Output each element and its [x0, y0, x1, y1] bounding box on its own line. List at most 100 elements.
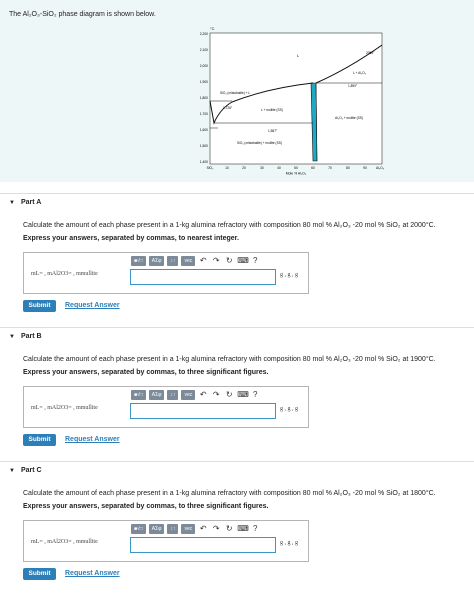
y-tick: 2,200 [200, 32, 208, 36]
collapse-caret-icon[interactable]: ▼ [9, 334, 15, 340]
variables-label: mL= , mAl2O3= , mmullite [31, 271, 98, 277]
help-icon[interactable]: ? [250, 256, 260, 266]
undo-icon[interactable]: ↶ [198, 256, 208, 266]
part-a-header[interactable]: ▼ Part A [9, 199, 41, 206]
x-tick: 30 [260, 166, 264, 170]
variables-label: mL= , mAl2O3= , mmullite [31, 539, 98, 545]
x-tick: 50 [294, 166, 298, 170]
reset-icon[interactable]: ↻ [224, 390, 234, 400]
intro-text: The Al₂O₃-SiO₂ phase diagram is shown be… [9, 11, 156, 18]
answer-box: ■√□ ΑΣφ ↕↑ vec ↶ ↷ ↻ ⌨ ? mL= , mAl2O3= ,… [23, 520, 309, 562]
answer-input[interactable] [130, 403, 276, 419]
x-tick: 40 [277, 166, 281, 170]
redo-icon[interactable]: ↷ [211, 524, 221, 534]
label-al2o3-mullite: Al₂O₃ + mullite (SS) [335, 116, 363, 120]
math-toolbar: ■√□ ΑΣφ ↕↑ vec ↶ ↷ ↻ ⌨ ? [131, 388, 260, 402]
answer-box: ■√□ ΑΣφ ↕↑ vec ↶ ↷ ↻ ⌨ ? mL= , mAl2O3= ,… [23, 386, 309, 428]
y-tick: 2,100 [200, 48, 208, 52]
label-l-al2o3: L + Al₂O₃ [353, 71, 367, 75]
label-1587: 1,587° [268, 129, 278, 133]
vec-button[interactable]: vec [181, 524, 196, 534]
x-tick: Al₂O₃ [376, 166, 385, 170]
label-sio2-mullite: SiO₂ (cristobalite) + mullite (SS) [237, 141, 282, 145]
submit-button[interactable]: Submit [23, 300, 56, 312]
question-text: Calculate the amount of each phase prese… [23, 356, 436, 363]
x-axis-label: Mole % Al₂O₃ [286, 172, 307, 176]
help-icon[interactable]: ? [250, 390, 260, 400]
y-tick: 1,600 [200, 128, 208, 132]
x-tick: 90 [363, 166, 367, 170]
y-tick-labels: 2,200 2,100 2,000 1,900 1,800 1,700 1,60… [200, 32, 208, 164]
part-c-header[interactable]: ▼ Part C [9, 467, 42, 474]
x-tick: 70 [328, 166, 332, 170]
templates-button[interactable]: ■√□ [131, 524, 146, 534]
variables-label: mL= , mAl2O3= , mmullite [31, 405, 98, 411]
question-text: Calculate the amount of each phase prese… [23, 490, 436, 497]
arrows-button[interactable]: ↕↑ [167, 390, 179, 400]
collapse-caret-icon[interactable]: ▼ [9, 468, 15, 474]
answer-input[interactable] [130, 537, 276, 553]
instruction-text: Express your answers, separated by comma… [23, 503, 269, 510]
arrows-button[interactable]: ↕↑ [167, 524, 179, 534]
label-2054: 2054° [366, 51, 375, 55]
request-answer-link[interactable]: Request Answer [65, 302, 120, 309]
submit-button[interactable]: Submit [23, 568, 56, 580]
units-label: g , g , g [280, 406, 298, 412]
y-tick: 2,000 [200, 64, 208, 68]
part-b-header[interactable]: ▼ Part B [9, 333, 42, 340]
request-answer-link[interactable]: Request Answer [65, 436, 120, 443]
phase-diagram: °C 2,200 2,100 2,000 1,900 1,800 1,700 1… [200, 26, 385, 176]
symbols-button[interactable]: ΑΣφ [148, 256, 165, 266]
answer-box: ■√□ ΑΣφ ↕↑ vec ↶ ↷ ↻ ⌨ ? mL= , mAl2O3= ,… [23, 252, 309, 294]
part-title: Part B [20, 333, 42, 340]
x-tick: 10 [225, 166, 229, 170]
symbols-button[interactable]: ΑΣφ [148, 524, 165, 534]
x-tick: SiO₂ [207, 166, 214, 170]
undo-icon[interactable]: ↶ [198, 524, 208, 534]
intro-section: The Al₂O₃-SiO₂ phase diagram is shown be… [0, 0, 474, 182]
reset-icon[interactable]: ↻ [224, 256, 234, 266]
label-l-mullite: L + mullite (SS) [261, 108, 283, 112]
collapse-caret-icon[interactable]: ▼ [9, 200, 15, 206]
units-label: g , g , g [280, 272, 298, 278]
keyboard-icon[interactable]: ⌨ [237, 524, 249, 534]
y-unit: °C [210, 26, 215, 31]
x-tick: 80 [346, 166, 350, 170]
keyboard-icon[interactable]: ⌨ [237, 390, 249, 400]
submit-button[interactable]: Submit [23, 434, 56, 446]
y-tick: 1,700 [200, 112, 208, 116]
templates-button[interactable]: ■√□ [131, 256, 146, 266]
request-answer-link[interactable]: Request Answer [65, 570, 120, 577]
math-toolbar: ■√□ ΑΣφ ↕↑ vec ↶ ↷ ↻ ⌨ ? [131, 522, 260, 536]
redo-icon[interactable]: ↷ [211, 256, 221, 266]
vec-button[interactable]: vec [181, 390, 196, 400]
redo-icon[interactable]: ↷ [211, 390, 221, 400]
divider [0, 461, 474, 462]
reset-icon[interactable]: ↻ [224, 524, 234, 534]
label-1890: 1,890° [348, 84, 358, 88]
arrows-button[interactable]: ↕↑ [167, 256, 179, 266]
instruction-text: Express your answers, separated by comma… [23, 235, 239, 242]
symbols-button[interactable]: ΑΣφ [148, 390, 165, 400]
divider [0, 327, 474, 328]
divider [0, 193, 474, 194]
part-title: Part A [20, 199, 42, 206]
question-text: Calculate the amount of each phase prese… [23, 222, 436, 229]
y-tick: 1,500 [200, 144, 208, 148]
undo-icon[interactable]: ↶ [198, 390, 208, 400]
instruction-text: Express your answers, separated by comma… [23, 369, 269, 376]
label-sio2-l: SiO₂ (cristobalite) + L [220, 91, 250, 95]
math-toolbar: ■√□ ΑΣφ ↕↑ vec ↶ ↷ ↻ ⌨ ? [131, 254, 260, 268]
answer-input[interactable] [130, 269, 276, 285]
x-tick-labels: SiO₂ 10 20 30 40 50 60 70 80 90 Al₂O₃ [207, 166, 385, 170]
y-tick: 1,900 [200, 80, 208, 84]
vec-button[interactable]: vec [181, 256, 196, 266]
keyboard-icon[interactable]: ⌨ [237, 256, 249, 266]
units-label: g , g , g [280, 540, 298, 546]
help-icon[interactable]: ? [250, 524, 260, 534]
y-tick: 1,800 [200, 96, 208, 100]
diagram-frame [209, 32, 383, 165]
y-tick: 1,400 [200, 160, 208, 164]
part-title: Part C [20, 467, 42, 474]
templates-button[interactable]: ■√□ [131, 390, 146, 400]
